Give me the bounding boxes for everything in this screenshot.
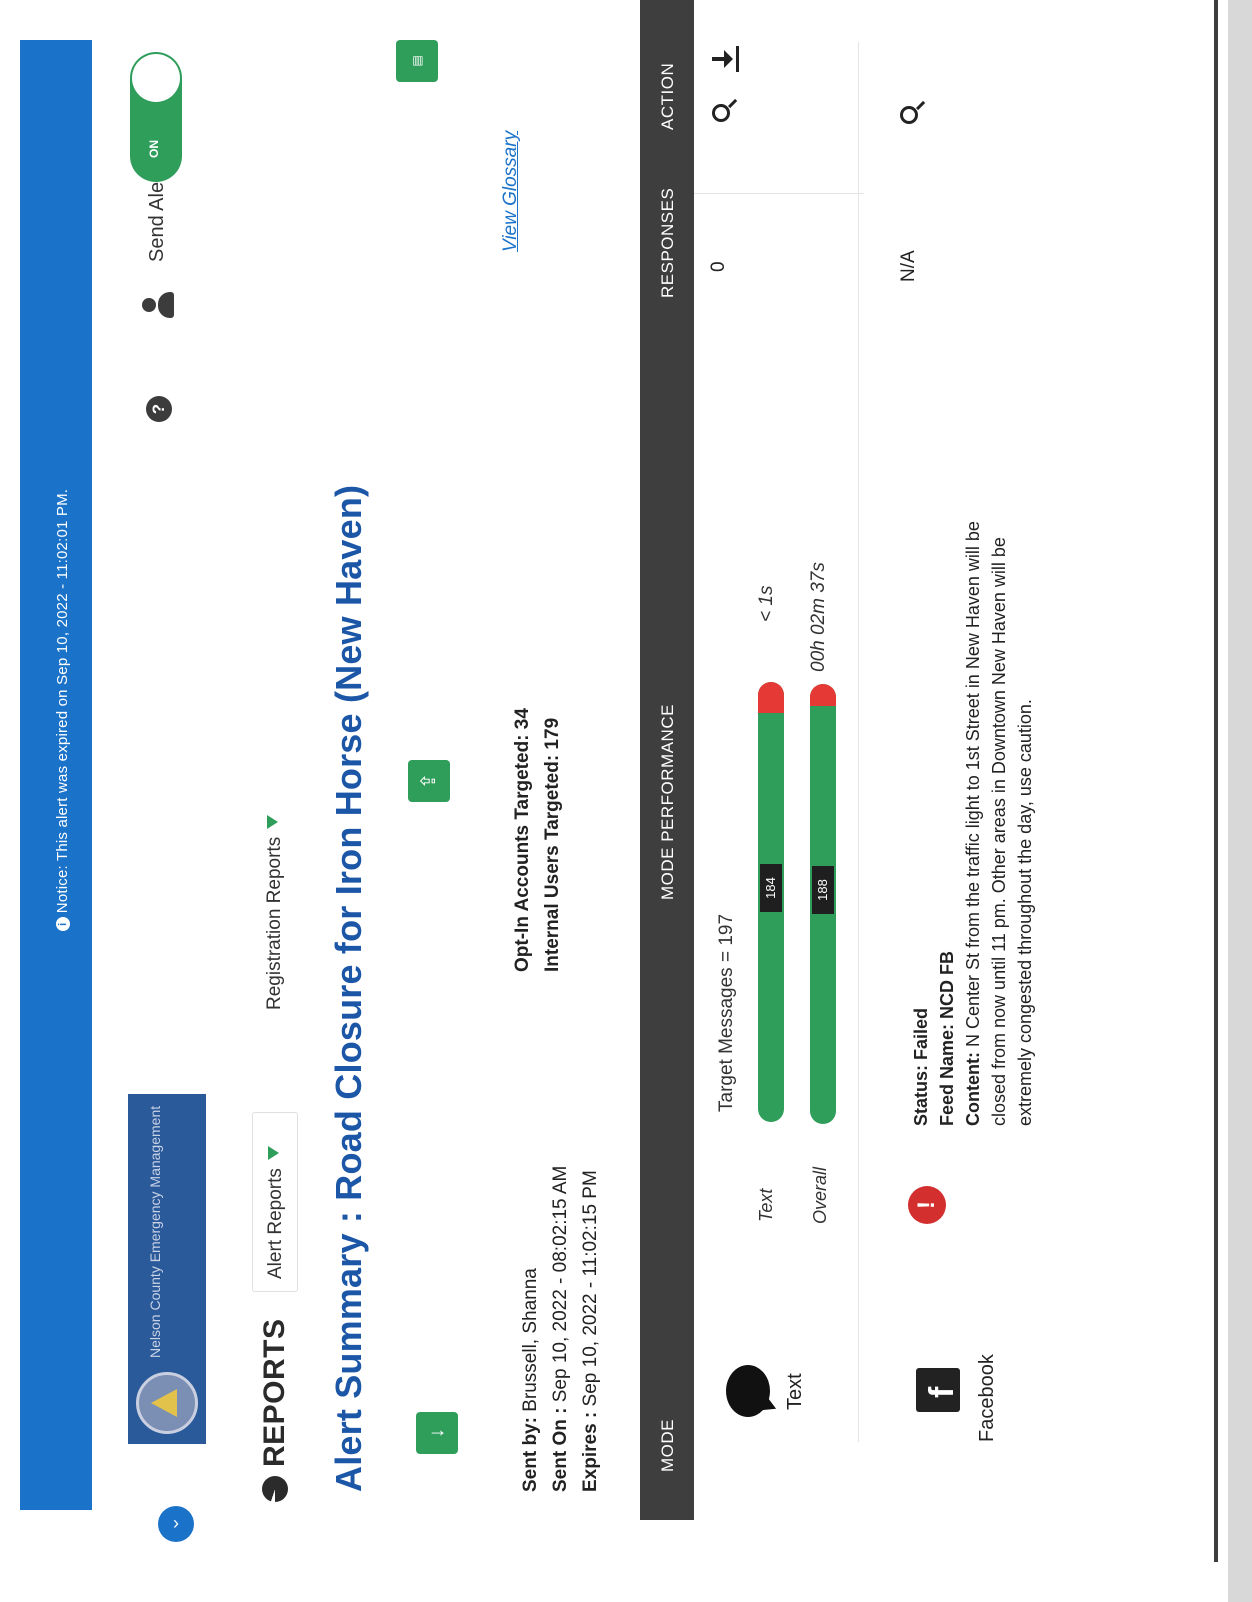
toggle-knob <box>132 54 180 102</box>
overall-delivery-time: 00h 02m 37s <box>808 562 829 672</box>
feed-name-line: Feed Name: NCD FB <box>937 950 957 1126</box>
tab-alert-reports[interactable]: Alert Reports <box>252 1112 298 1292</box>
performance-label-text: Text <box>756 1188 776 1222</box>
toggle-state-label: ON <box>147 140 161 158</box>
column-header-responses: RESPONSES <box>658 187 677 298</box>
organization-seal-logo <box>136 1372 198 1434</box>
speech-bubble-icon <box>726 1365 770 1417</box>
user-account-icon[interactable] <box>142 292 176 320</box>
sent-on-label: Sent On : <box>550 1407 571 1492</box>
help-icon[interactable]: ? <box>146 396 172 422</box>
collapse-chevron-icon[interactable]: › <box>158 1506 194 1542</box>
organization-banner: Nelson County Emergency Management <box>128 1094 206 1444</box>
sent-on-value: Sep 10, 2022 - 08:02:15 AM <box>550 1165 571 1403</box>
column-header-mode: MODE <box>658 1419 677 1472</box>
expires-label: Expires : <box>580 1411 601 1492</box>
opt-in-accounts-targeted: Opt-In Accounts Targeted: 34 <box>512 708 533 972</box>
page-edge-line <box>1214 0 1218 1562</box>
mode-facebook-label: Facebook <box>976 1354 998 1442</box>
facebook-delivery-details: Status: Failed Feed Name: NCD FB Content… <box>908 486 1038 1126</box>
expiry-notice-bar: i Notice: This alert was expired on Sep 1… <box>20 40 92 1510</box>
responses-value: N/A <box>898 250 919 282</box>
facebook-icon: f <box>916 1368 961 1412</box>
share-icon: ⇪ <box>418 772 440 790</box>
sent-by-line: Sent by: Brussell, Shanna <box>520 1268 542 1492</box>
target-messages-count: Target Messages = 197 <box>716 913 737 1112</box>
row-divider <box>858 42 859 1442</box>
column-header-mode-performance: MODE PERFORMANCE <box>658 704 677 900</box>
sent-on-line: Sent On : Sep 10, 2022 - 08:02:15 AM <box>550 1166 572 1492</box>
tab-alert-reports-label: Alert Reports <box>265 1168 286 1279</box>
expires-line: Expires : Sep 10, 2022 - 11:02:15 PM <box>580 1170 602 1492</box>
notice-text: Notice: This alert was expired on Sep 10… <box>54 488 71 914</box>
delivered-count: 188 <box>812 866 834 914</box>
text-delivery-bar: 184 <box>758 682 784 1122</box>
send-alerts-toggle[interactable]: ON <box>130 52 182 182</box>
sent-by-label: Sent by: <box>520 1417 541 1492</box>
performance-label-overall: Overall <box>810 1166 830 1224</box>
caret-down-icon <box>268 1146 279 1161</box>
download-icon[interactable] <box>712 46 740 72</box>
sent-by-value: Brussell, Shanna <box>520 1268 541 1412</box>
status-line: Status: Failed <box>911 1007 931 1126</box>
content-label: Content: <box>963 1052 983 1126</box>
export-icon: ▤ <box>410 55 424 67</box>
text-delivery-time: < 1s <box>756 585 777 622</box>
arrow-down-icon: ↓ <box>426 1428 448 1438</box>
content-text: N Center St from the traffic light to 1s… <box>963 521 1035 1126</box>
column-divider <box>694 193 864 194</box>
share-report-button[interactable]: ⇪ <box>408 760 450 802</box>
expires-value: Sep 10, 2022 - 11:02:15 PM <box>580 1170 601 1407</box>
column-header-action: ACTION <box>658 62 677 130</box>
table-header: MODE MODE PERFORMANCE RESPONSES ACTION <box>640 0 694 1520</box>
search-icon[interactable] <box>712 104 730 122</box>
overall-delivery-bar: 188 <box>810 684 836 1124</box>
pie-chart-icon <box>262 1476 288 1502</box>
notice-message: i Notice: This alert was expired on Sep 1… <box>54 410 71 1010</box>
info-icon: i <box>56 917 70 932</box>
failed-segment <box>810 684 836 706</box>
view-glossary-link[interactable]: View Glossary <box>500 131 522 252</box>
page-edge <box>1228 0 1252 1602</box>
responses-value: 0 <box>708 261 729 272</box>
tab-registration-reports[interactable]: Registration Reports <box>252 792 298 1022</box>
page-canvas: i Notice: This alert was expired on Sep 1… <box>0 0 1252 1602</box>
mode-text-label: Text <box>784 1373 806 1410</box>
search-icon[interactable] <box>900 106 918 124</box>
caret-down-icon <box>267 814 278 829</box>
internal-users-targeted: Internal Users Targeted: 179 <box>542 717 563 972</box>
download-report-button[interactable]: ↓ <box>416 1412 458 1454</box>
alert-summary-title: Alert Summary : Road Closure for Iron Ho… <box>328 484 369 1492</box>
error-icon: ! <box>908 1186 946 1224</box>
reports-heading: REPORTS <box>258 1318 291 1467</box>
export-report-button[interactable]: ▤ <box>396 40 438 82</box>
failed-segment <box>758 682 784 713</box>
delivered-count: 184 <box>760 864 782 912</box>
organization-name: Nelson County Emergency Management <box>147 1105 163 1358</box>
tab-registration-reports-label: Registration Reports <box>264 836 285 1010</box>
